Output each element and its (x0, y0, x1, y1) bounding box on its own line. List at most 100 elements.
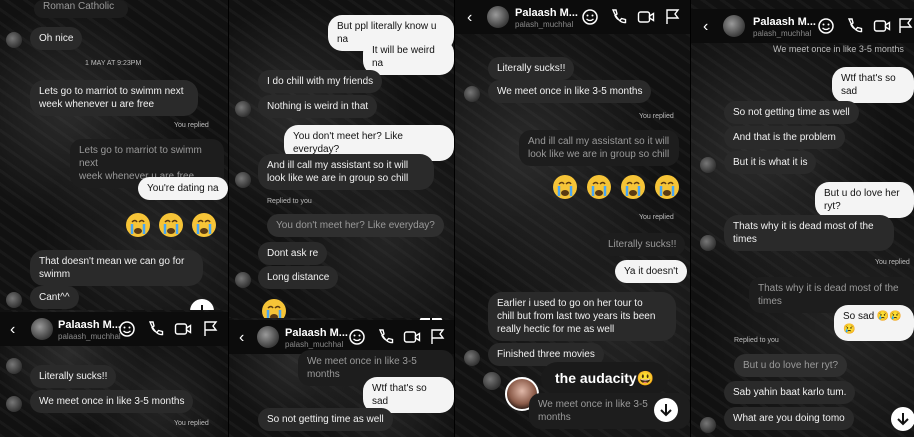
message-youre-dating: You're dating na (138, 177, 228, 200)
video-icon[interactable] (637, 8, 655, 26)
video-icon[interactable] (174, 320, 192, 338)
profile-avatar[interactable] (487, 6, 509, 28)
contact-name[interactable]: Palaash M... (515, 7, 578, 19)
quoted-message: And ill call my assistant so it will loo… (519, 130, 679, 166)
replied-to-you-label: Replied to you (734, 337, 779, 344)
crying-emoji-icon (654, 174, 680, 200)
crying-emoji-icon (158, 212, 184, 238)
avatar (235, 101, 251, 117)
flag-icon[interactable] (664, 8, 682, 26)
avatar (235, 172, 251, 188)
video-icon[interactable] (403, 328, 421, 346)
message-doesnt-mean: That doesn't mean we can go for swimm (30, 250, 203, 286)
contact-handle: palash_muchhal (515, 20, 574, 29)
chat-header: ‹ Palaash M... palash_muchhal (229, 320, 454, 354)
overlay-caption: the audacity😃 (541, 362, 669, 395)
message-literally-sucks: Literally sucks!! (488, 57, 575, 80)
you-replied-label: You replied (639, 113, 674, 120)
chat-panel-1: Roman Catholic Oh nice 1 MAY AT 9:23PM L… (0, 0, 228, 320)
quoted-message: But u do love her ryt? (734, 354, 848, 377)
flag-icon[interactable] (429, 328, 447, 346)
message-dead: Thats why it is dead most of the times (724, 215, 894, 251)
message-not-getting-time: So not getting time as well (724, 101, 859, 124)
avatar (235, 272, 251, 288)
message-weird: It will be weird na (363, 39, 454, 75)
contact-handle: palash_muchhal (285, 340, 344, 349)
back-arrow-icon[interactable]: ‹ (467, 9, 472, 27)
contact-handle: palaash_muchhal (58, 332, 121, 341)
quoted-message: You don't meet her? Like everyday? (267, 214, 444, 237)
message-literally-sucks: Literally sucks!! (30, 365, 117, 388)
message-we-meet: We meet once in like 3-5 months (30, 390, 194, 413)
message-wtf-sad: Wtf that's so sad (832, 67, 914, 103)
profile-avatar[interactable] (257, 326, 279, 348)
you-replied-label: You replied (174, 420, 209, 427)
chat-header: ‹ Palaash M... palash_muchhal (455, 0, 690, 34)
message-dont-ask: Dont ask re (258, 242, 328, 265)
scroll-down-button[interactable] (891, 407, 914, 431)
back-arrow-icon[interactable]: ‹ (239, 329, 244, 347)
avatar (483, 372, 501, 390)
chat-panel-3: ‹ Palaash M... palash_muchhal Literally … (455, 0, 690, 437)
chat-header: ‹ Palaash M... palaash_muchhal (0, 312, 228, 346)
back-arrow-icon[interactable]: ‹ (10, 321, 15, 339)
you-replied-label: You replied (639, 214, 674, 221)
chat-panel-2b: ‹ Palaash M... palash_muchhal We meet on… (229, 318, 454, 437)
crying-emoji-icon (586, 174, 612, 200)
message-what-it-is: But it is what it is (724, 151, 817, 174)
avatar (464, 86, 480, 102)
avatar (6, 358, 22, 374)
contact-name[interactable]: Palaash M... (58, 319, 121, 331)
flag-icon[interactable] (897, 17, 914, 35)
contact-handle: palash_muchhal (753, 29, 812, 38)
chat-panel-1b: ‹ Palaash M... palaash_muchhal Literally… (0, 310, 228, 437)
message-earlier: Earlier i used to go on her tour to chil… (488, 292, 676, 341)
phone-icon[interactable] (609, 8, 627, 26)
profile-avatar[interactable] (723, 15, 745, 37)
emoji-sticker-icon[interactable] (581, 8, 599, 26)
avatar (700, 157, 716, 173)
avatar (6, 396, 22, 412)
phone-icon[interactable] (845, 17, 863, 35)
emoji-sticker-icon[interactable] (348, 328, 366, 346)
message-nothing-weird: Nothing is weird in that (258, 95, 378, 118)
chat-header: ‹ Palaash M... palash_muchhal (691, 9, 914, 43)
message-the-problem: And that is the problem (724, 126, 845, 149)
message-sab-yahin: Sab yahin baat karlo tum. (724, 381, 856, 404)
message-we-meet: We meet once in like 3-5 months (488, 80, 652, 103)
phone-icon[interactable] (376, 328, 394, 346)
message-cant: Cant^^ (30, 286, 79, 309)
message-ya-it-doesnt: Ya it doesn't (615, 260, 687, 283)
contact-name[interactable]: Palaash M... (753, 16, 816, 28)
crying-emoji-icon (191, 212, 217, 238)
message-oh-nice: Oh nice (30, 27, 83, 50)
avatar (700, 235, 716, 251)
phone-icon[interactable] (146, 320, 164, 338)
message-chill-friends: I do chill with my friends (258, 70, 383, 93)
flag-icon[interactable] (202, 320, 220, 338)
replied-to-you-label: Replied to you (267, 198, 312, 205)
message-marriot: Lets go to marriot to swimm next week wh… (30, 80, 198, 116)
emoji-sticker-icon[interactable] (817, 17, 835, 35)
avatar (6, 292, 22, 308)
message-doing-tomo: What are you doing tomo (724, 407, 854, 430)
scroll-down-button[interactable] (654, 398, 678, 422)
crying-emoji-icon (620, 174, 646, 200)
message-roman-catholic: Roman Catholic (34, 0, 128, 18)
message-long-distance: Long distance (258, 266, 339, 289)
back-arrow-icon[interactable]: ‹ (703, 18, 708, 36)
crying-emoji-icon (125, 212, 151, 238)
you-replied-label: You replied (174, 122, 209, 129)
emoji-sticker-icon[interactable] (118, 320, 136, 338)
message-love-her: But u do love her ryt? (815, 182, 914, 218)
video-icon[interactable] (873, 17, 891, 35)
avatar (700, 417, 716, 433)
chat-panel-4: ‹ Palaash M... palash_muchhal We meet on… (691, 0, 914, 437)
quoted-message: Literally sucks!! (599, 233, 686, 256)
message-so-sad: So sad 😢😢😢 (834, 305, 914, 341)
crying-emoji-icon (261, 298, 287, 320)
chat-panel-2: But ppl literally know u na It will be w… (229, 0, 454, 320)
contact-name[interactable]: Palaash M... (285, 327, 348, 339)
scroll-down-icon (660, 404, 672, 417)
profile-avatar[interactable] (31, 318, 53, 340)
